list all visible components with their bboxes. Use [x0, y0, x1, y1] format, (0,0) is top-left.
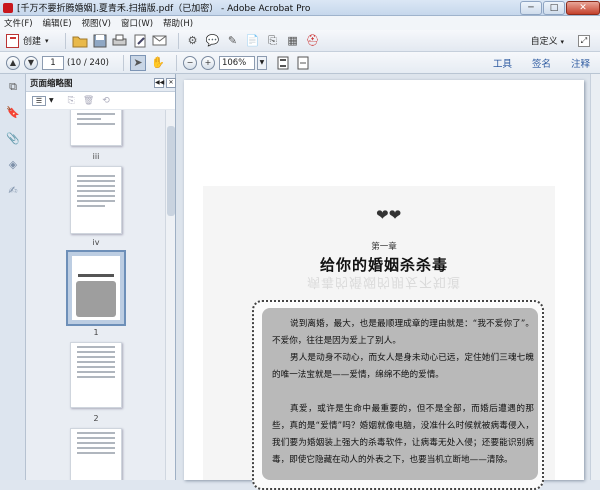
bleed-through-text: 病毒的婚姻的朋友不知道 — [306, 274, 461, 289]
rotate-page-icon[interactable]: ⟲ — [102, 96, 110, 106]
paragraph: 真爱，或许是生命中最重要的，但不是全部，而婚后遭遇的那些，真的是“爱情”吗？婚姻… — [272, 404, 534, 465]
page-count: (10 / 240) — [67, 57, 109, 68]
page-thumbnail[interactable] — [70, 166, 122, 234]
collapse-panel-icon[interactable]: ◀◀ — [154, 78, 164, 88]
sign-link[interactable]: 签名 — [532, 56, 551, 70]
task-pane-links: 工具 签名 注释 — [473, 56, 590, 70]
thumbnail-label: iii — [92, 152, 100, 161]
create-dropdown-arrow-icon: ▾ — [45, 36, 49, 45]
customize-label: 自定义 — [530, 37, 558, 47]
thumbnail-label: 2 — [93, 414, 99, 423]
settings-gear-icon[interactable]: ⚙ — [185, 33, 201, 49]
customize-arrow-icon: ▾ — [560, 38, 564, 46]
zoom-in-icon[interactable]: + — [200, 55, 215, 70]
close-button[interactable]: ✕ — [566, 0, 600, 15]
toolbar-divider — [122, 54, 124, 71]
options-menu-icon[interactable]: ☰ — [32, 95, 46, 106]
navigation-rail: ⧉ 🔖 📎 ◈ ✍ — [0, 74, 26, 480]
menu-edit[interactable]: 编辑(E) — [43, 17, 72, 29]
panel-header: 页面缩略图 ◀◀ ✕ — [26, 74, 176, 92]
layers-icon[interactable]: ◈ — [5, 158, 21, 174]
page-thumbnail[interactable] — [70, 428, 122, 480]
insert-page-icon[interactable]: ⎘ — [68, 96, 75, 106]
scrollbar-thumb[interactable] — [167, 126, 175, 216]
create-label: 创建 — [23, 37, 42, 47]
select-cursor-icon[interactable]: ➤ — [129, 54, 146, 71]
thumbnails-list: iii iv 1 2 — [26, 110, 166, 480]
zoom-dropdown-icon[interactable]: ▼ — [256, 55, 267, 70]
title-bar: [千万不要折腾婚姻].夏青禾.扫描版.pdf（已加密） - Adobe Acro… — [0, 0, 600, 16]
thumbnails-scrollbar[interactable] — [165, 110, 175, 480]
page-number-input[interactable]: 1 — [42, 55, 64, 70]
toolbar-divider — [64, 32, 66, 49]
stamp-icon[interactable]: ⎘ — [265, 33, 281, 49]
pdf-page: ❤❤ 第一章 给你的婚姻杀杀毒 病毒的婚姻的朋友不知道 说到离婚，最大，也是最顺… — [184, 80, 584, 490]
attachments-paperclip-icon[interactable]: 📎 — [5, 132, 21, 148]
thumbnail-label: 1 — [93, 328, 99, 337]
maximize-button[interactable]: □ — [543, 0, 565, 15]
open-folder-icon[interactable] — [72, 33, 88, 49]
paragraph: 说到离婚，最大，也是最顺理成章的理由就是：“我不爱你了”。不爱你，往往是因为爱上… — [272, 319, 534, 346]
highlight-icon[interactable]: ✎ — [225, 33, 241, 49]
hearts-ornament-icon: ❤❤ — [376, 206, 402, 224]
signatures-icon[interactable]: ✍ — [5, 184, 21, 200]
bookmarks-icon[interactable]: 🔖 — [5, 106, 21, 122]
document-view[interactable]: ❤❤ 第一章 给你的婚姻杀杀毒 病毒的婚姻的朋友不知道 说到离婚，最大，也是最顺… — [176, 74, 600, 490]
page-thumbnails-icon[interactable]: ⧉ — [5, 80, 21, 96]
panel-title: 页面缩略图 — [30, 78, 73, 89]
previous-page-icon[interactable]: ▲ — [6, 55, 20, 70]
create-button[interactable]: 创建 ▾ — [6, 33, 49, 48]
save-icon[interactable] — [92, 33, 108, 49]
panel-options: ☰ ▼ ⎘ 🗑 ⟲ — [26, 92, 175, 110]
paragraph: 男人是动身不动心，而女人是身未动心已远，定住她们三魂七魄的唯一法宝就是——爱情，… — [272, 353, 534, 380]
toolbar-divider — [177, 32, 179, 49]
next-page-icon[interactable]: ▼ — [24, 55, 38, 70]
page-thumbnail[interactable] — [70, 110, 122, 146]
options-dropdown-icon[interactable]: ▼ — [49, 97, 54, 104]
menu-bar: 文件(F) 编辑(E) 视图(V) 窗口(W) 帮助(H) — [0, 16, 600, 30]
thumbnail-label: iv — [92, 238, 100, 247]
comment-icon[interactable]: 💬 — [205, 33, 221, 49]
menu-window[interactable]: 窗口(W) — [121, 17, 153, 29]
menu-view[interactable]: 视图(V) — [82, 17, 111, 29]
page-thumbnail[interactable] — [70, 342, 122, 408]
attach-file-icon[interactable]: 📄 — [245, 33, 261, 49]
create-pdf-icon — [6, 33, 19, 48]
main-toolbar: 创建 ▾ ⚙ 💬 ✎ 📄 ⎘ ▦ ⛑ 自定义 ▾ ⤢ — [0, 30, 600, 52]
hand-tool-icon[interactable]: ✋ — [150, 55, 166, 71]
page-thumbnails-panel: 页面缩略图 ◀◀ ✕ ☰ ▼ ⎘ 🗑 ⟲ iii iv 1 2 — [26, 74, 176, 480]
expand-toolbar-icon[interactable]: ⤢ — [578, 34, 590, 47]
email-icon[interactable] — [152, 33, 168, 49]
customize-dropdown[interactable]: 自定义 ▾ — [531, 34, 564, 47]
window-title: [千万不要折腾婚姻].夏青禾.扫描版.pdf（已加密） - Adobe Acro… — [17, 4, 311, 14]
toolbar-divider — [175, 54, 177, 71]
secure-icon[interactable]: ⛑ — [305, 33, 321, 49]
chapter-number: 第一章 — [371, 242, 397, 252]
delete-page-icon[interactable]: 🗑 — [83, 96, 94, 106]
close-panel-icon[interactable]: ✕ — [166, 78, 176, 88]
zoom-out-icon[interactable]: − — [182, 55, 197, 70]
fit-width-icon[interactable] — [295, 55, 311, 71]
menu-file[interactable]: 文件(F) — [4, 17, 33, 29]
document-scrollbar[interactable] — [590, 74, 600, 480]
zoom-input[interactable]: 106% — [218, 55, 255, 70]
form-icon[interactable]: ▦ — [285, 33, 301, 49]
print-icon[interactable] — [112, 33, 128, 49]
minimize-button[interactable]: ─ — [520, 0, 542, 15]
comment-link[interactable]: 注释 — [571, 56, 590, 70]
tools-link[interactable]: 工具 — [493, 56, 512, 70]
chapter-title: 给你的婚姻杀杀毒 — [319, 256, 448, 274]
menu-help[interactable]: 帮助(H) — [163, 17, 193, 29]
navigation-toolbar: ▲ ▼ 1 (10 / 240) ➤ ✋ − + 106% ▼ 工具 签名 注释 — [0, 52, 600, 74]
fit-page-icon[interactable] — [275, 55, 291, 71]
acrobat-app-icon — [3, 2, 13, 13]
selected-page-thumbnail[interactable] — [66, 250, 126, 326]
edit-document-icon[interactable] — [132, 33, 148, 49]
